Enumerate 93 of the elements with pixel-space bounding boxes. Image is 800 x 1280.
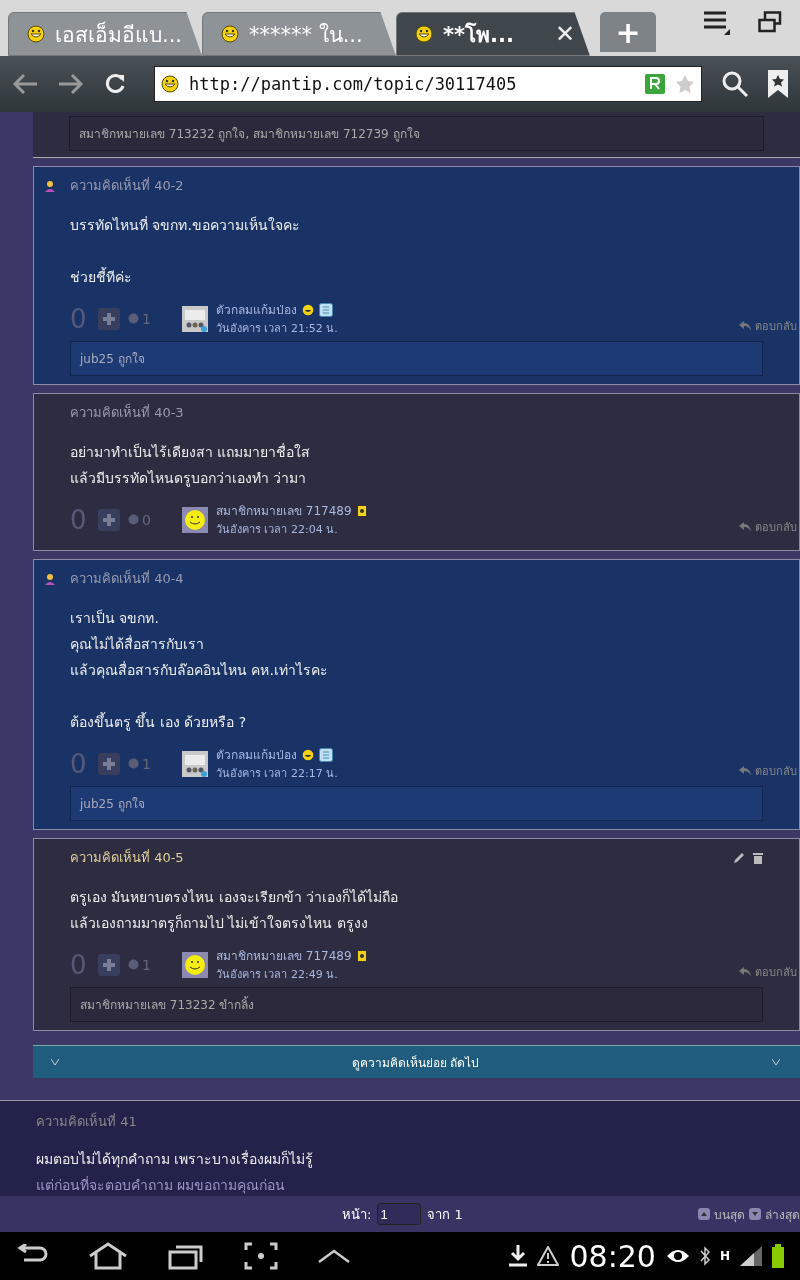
up-icon[interactable] (698, 1208, 710, 1220)
address-bar[interactable]: http://pantip.com/topic/30117405 (154, 66, 702, 102)
person-icon (44, 572, 56, 585)
comment-number: ความคิดเห็นที่ 41 (36, 1111, 137, 1131)
comment-text: อย่ามาทำเป็นไร้เดียงสา แถมมายาชื่อใส แล้วมีบรรทัดไหนดรูบอกว่าเองทำ ว่ามา (70, 442, 312, 489)
reply-link[interactable]: ตอบกลับ (755, 761, 797, 780)
comment-text: บรรทัดไหนที่ จขกท.ขอความเห็นใจคะ (70, 215, 301, 235)
forward-icon[interactable] (58, 73, 84, 95)
emotion-icon[interactable] (128, 313, 139, 324)
comment-number: ความคิดเห็นที่ 40-5 (70, 847, 184, 867)
reply-icon[interactable] (739, 966, 751, 977)
vote-count: 0 (70, 949, 88, 980)
reader-icon[interactable] (645, 74, 665, 94)
chevron-down-icon (51, 1059, 59, 1065)
reload-icon[interactable] (104, 73, 126, 95)
post-time: วันอังคาร เวลา 22:17 น. (216, 766, 338, 782)
comment-number: ความคิดเห็นที่ 40-3 (70, 402, 184, 422)
clock: 08:20 (569, 1238, 656, 1274)
badge-icon (356, 949, 367, 962)
eye-icon (665, 1248, 690, 1264)
emotion-icon[interactable] (128, 959, 139, 970)
signal-icon (740, 1246, 762, 1266)
bottom-link[interactable]: ล่างสุด (765, 1204, 800, 1224)
home-icon[interactable] (88, 1242, 128, 1270)
chevron-up-icon[interactable] (318, 1249, 350, 1263)
menu-icon[interactable] (704, 11, 730, 35)
comment-text: ผมตอบไม่ได้ทุกคำถาม เพราะบางเรื่องผมก็ไม่รู้ แต่ก่อนที่จะตอบคำถาม ผมขอถามคุณก่อน (36, 1149, 314, 1196)
badge-icon (356, 504, 367, 517)
edit-icon[interactable] (733, 851, 745, 864)
avatar-icon (182, 506, 208, 533)
page-label: หน้า: (342, 1205, 372, 1224)
emotion-count: 0 (142, 511, 151, 528)
comment-text: เราเป็น จขกท. คุณไม่ได้สื่อสารกับเรา แล้วคุณสื่อสารกับล๊อคอินไหน คห.เท่าไรคะ (70, 608, 329, 681)
username[interactable]: ตัวกลมแก้มป่อง (216, 745, 297, 764)
username[interactable]: ตัวกลมแก้มป่อง (216, 300, 297, 319)
likes-text: jub25 ถูกใจ (70, 341, 763, 376)
avatar-icon (182, 951, 208, 978)
reply-icon[interactable] (739, 765, 751, 776)
browser-tab[interactable]: **โพ... ✕ (396, 12, 590, 56)
network-type: H (719, 1249, 730, 1263)
windows-icon[interactable] (758, 11, 782, 33)
post-time: วันอังคาร เวลา 22:04 น. (216, 522, 339, 538)
new-tab-button[interactable]: + (600, 12, 656, 52)
comment-number: ความคิดเห็นที่ 40-2 (70, 175, 184, 195)
warning-icon (537, 1246, 560, 1266)
favicon-icon (161, 75, 179, 93)
favicon-icon (27, 25, 45, 43)
vote-count: 0 (70, 504, 88, 535)
post-time: วันอังคาร เวลา 21:52 น. (216, 321, 338, 337)
close-tab-button[interactable]: ✕ (554, 20, 575, 48)
emotion-count: 1 (142, 755, 151, 772)
chevron-down-icon (772, 1059, 780, 1065)
book-icon (319, 747, 333, 762)
smiley-face-icon (302, 748, 314, 761)
emotion-icon[interactable] (128, 758, 139, 769)
book-icon (319, 302, 333, 317)
comment-text: ช่วยชี้ทีค่ะ (70, 266, 133, 287)
reply-icon[interactable] (739, 320, 751, 331)
username[interactable]: สมาชิกหมายเลข 717489 (216, 501, 352, 520)
likes-text: jub25 ถูกใจ (70, 786, 763, 821)
emotion-count: 1 (142, 956, 151, 973)
battery-icon (772, 1244, 784, 1268)
download-icon (509, 1245, 528, 1267)
next-replies-button[interactable]: ดูความคิดเห็นย่อย ถัดไป (33, 1045, 800, 1078)
star-icon[interactable] (675, 74, 695, 94)
favicon-icon (221, 25, 239, 43)
delete-icon[interactable] (753, 851, 763, 864)
reply-link[interactable]: ตอบกลับ (755, 517, 797, 536)
bookmark-icon[interactable] (768, 70, 788, 98)
likes-text: สมาชิกหมายเลข 713232 ถูกใจ, สมาชิกหมายเลข 712739 ถูกใจ (69, 116, 764, 151)
post-time: วันอังคาร เวลา 22:49 น. (216, 967, 339, 983)
favicon-icon (415, 25, 433, 43)
emotion-icon[interactable] (128, 514, 139, 525)
username[interactable]: สมาชิกหมายเลข 717489 (216, 946, 352, 965)
vote-count: 0 (70, 303, 88, 334)
page-total: จาก 1 (427, 1205, 463, 1224)
search-icon[interactable] (722, 71, 748, 97)
vote-count: 0 (70, 748, 88, 779)
screenshot-icon[interactable] (244, 1242, 278, 1270)
top-link[interactable]: บนสุด (714, 1204, 745, 1224)
likes-text: สมาชิกหมายเลข 713232 ขำกลิ้ง (70, 987, 763, 1022)
reply-icon[interactable] (739, 521, 751, 532)
reply-link[interactable]: ตอบกลับ (755, 962, 797, 981)
comment-text: ต้องขึ้นตรู ขึ้น เอง ด้วยหรือ ? (70, 711, 248, 733)
page-field[interactable]: 1 (377, 1203, 422, 1225)
down-icon[interactable] (749, 1208, 761, 1220)
comment-text: ตรูเอง มันหยาบตรงไหน เองจะเรียกข้า ว่าเองก็ได้ไม่ถือ แล้วเองถามมาตรูก็ถามไป ไม่เข้าใจตรงไหน ตรูงง (70, 887, 400, 934)
person-icon (44, 179, 56, 192)
emotion-count: 1 (142, 310, 151, 327)
reply-link[interactable]: ตอบกลับ (755, 316, 797, 335)
comment-number: ความคิดเห็นที่ 40-4 (70, 568, 184, 588)
smiley-face-icon (302, 303, 314, 316)
bluetooth-icon (699, 1246, 710, 1266)
